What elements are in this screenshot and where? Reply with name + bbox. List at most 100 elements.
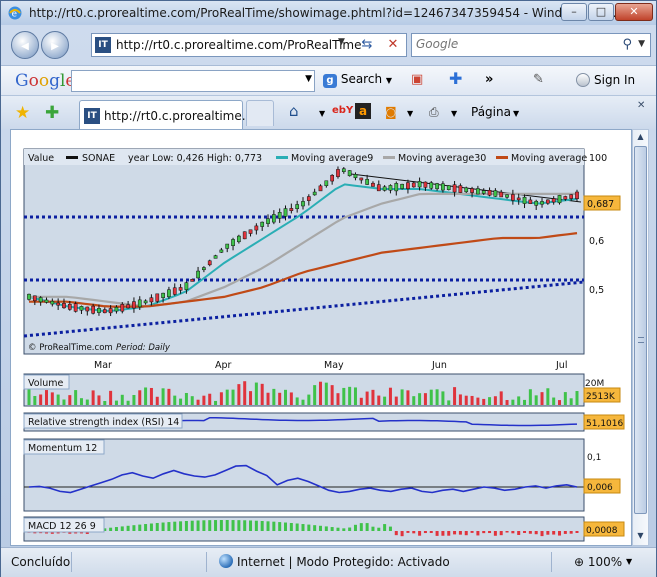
print-icon[interactable]: ⎙ (429, 105, 439, 120)
vertical-scrollbar[interactable]: ▲ ▼ (632, 129, 649, 546)
sign-in-button[interactable]: Sign In (594, 73, 635, 87)
volume-bar (423, 393, 427, 405)
macd-bar (179, 521, 183, 531)
home-icon[interactable]: ⌂ (289, 102, 299, 120)
address-input[interactable]: http://rt0.c.prorealtime.com/ProRealTime (116, 38, 362, 52)
candle-body (341, 168, 346, 172)
dropdown-icon: ▼ (385, 76, 393, 85)
favorites-star-icon[interactable]: ★ (15, 103, 30, 123)
macd-bar (109, 527, 113, 531)
macd-bar (184, 520, 188, 531)
volume-bar (56, 394, 60, 405)
google-search-button[interactable]: g Search ▼ (323, 72, 392, 88)
search-input[interactable] (416, 37, 616, 51)
macd-bar (383, 524, 387, 531)
close-button[interactable]: ✕ (615, 3, 653, 21)
chart-image: Value SONAE year Low: 0,426 High: 0,773 … (23, 148, 625, 542)
candle-body (400, 183, 404, 189)
macd-bar (144, 524, 148, 531)
candle-body (441, 183, 445, 191)
candle-body (359, 177, 364, 181)
google-search-input[interactable]: ▼ (71, 70, 315, 92)
address-bar[interactable]: IT http://rt0.c.prorealtime.com/ProRealT… (91, 33, 407, 57)
search-box[interactable]: ⚲ ▼ (411, 33, 651, 57)
stop-icon[interactable]: ✕ (382, 36, 404, 54)
x-tick-label: Apr (215, 360, 232, 371)
ebay-icon[interactable]: ebY (332, 105, 353, 116)
security-zone[interactable]: Internet | Modo Protegido: Activado (237, 555, 450, 569)
candle-body (353, 174, 358, 179)
scroll-up-icon[interactable]: ▲ (635, 132, 646, 144)
site-icon: IT (95, 37, 111, 53)
google-search-dropdown-icon[interactable]: ▼ (305, 74, 312, 84)
candle-body (371, 182, 375, 187)
symbol-label: SONAE (82, 153, 115, 164)
macd-bar (278, 522, 282, 531)
macd-bar (190, 520, 194, 531)
home-dropdown-icon[interactable]: ▼ (317, 105, 325, 119)
volume-bar (208, 393, 212, 405)
candle-body (62, 303, 66, 309)
print-dropdown-icon[interactable]: ▼ (449, 105, 457, 119)
browser-tab[interactable]: IT http://rt0.c.prorealtime.... (79, 100, 257, 130)
volume-bar (324, 382, 328, 405)
macd-bar (447, 531, 451, 536)
candle-body (155, 293, 160, 302)
candle-body (551, 198, 556, 203)
candle-body (266, 218, 270, 224)
zoom-level[interactable]: ⊕ 100% (574, 555, 622, 569)
bookmark-icon[interactable]: ▣ (411, 72, 423, 87)
maximize-button[interactable]: □ (588, 3, 614, 21)
zoom-dropdown-icon[interactable]: ▼ (626, 557, 632, 566)
candle-body (213, 255, 218, 259)
candle-body (295, 204, 300, 209)
candle-body (108, 308, 113, 314)
scroll-thumb[interactable] (634, 146, 647, 514)
volume-bar (511, 399, 515, 405)
more-icon[interactable]: » (485, 72, 493, 87)
macd-bar (458, 531, 462, 535)
candle-body (394, 183, 399, 192)
plus-icon[interactable]: ✚ (449, 69, 462, 88)
volume-bar (33, 395, 37, 405)
amazon-icon[interactable]: a (355, 103, 371, 119)
back-button[interactable]: ◀ (11, 31, 39, 59)
scroll-down-icon[interactable]: ▼ (635, 531, 646, 543)
refresh-icon[interactable]: ⇆ (356, 36, 378, 54)
wrench-icon[interactable]: ✎ (533, 72, 544, 87)
volume-bar (488, 397, 492, 405)
add-favorite-icon[interactable]: ✚ (45, 103, 59, 123)
macd-bar (435, 531, 439, 536)
volume-bar (254, 382, 258, 405)
candle-body (161, 292, 165, 298)
rss-icon[interactable]: ◙ (385, 105, 397, 119)
candle-body (557, 195, 562, 204)
last-price-value: 0,687 (587, 199, 614, 210)
candle-body (50, 300, 55, 305)
search-icon[interactable]: ⚲ (622, 37, 632, 52)
tab-title: http://rt0.c.prorealtime.... (104, 109, 257, 123)
rss-dropdown-icon[interactable]: ▼ (405, 105, 413, 119)
volume-bar (249, 391, 253, 405)
macd-bar (400, 531, 404, 537)
status-bar: Concluído Internet | Modo Protegido: Act… (1, 547, 656, 577)
zoom-value: 100% (587, 555, 623, 569)
macd-bar (295, 523, 299, 531)
search-dropdown-icon[interactable]: ▼ (638, 39, 645, 49)
address-dropdown-icon[interactable]: ▼ (338, 37, 345, 47)
macd-bar (202, 520, 206, 531)
volume-bar (412, 396, 416, 405)
candle-body (546, 199, 550, 204)
volume-bar (388, 387, 392, 405)
candle-body (73, 303, 78, 312)
minimize-button[interactable]: – (561, 3, 587, 21)
google-logo: Google (15, 71, 75, 91)
toolbar-close-icon[interactable]: ✕ (637, 100, 645, 111)
new-tab-button[interactable] (246, 100, 274, 126)
scroll-grip-icon (638, 337, 644, 343)
page-menu[interactable]: Página ▼ (471, 105, 519, 119)
forward-button[interactable]: ▶ (41, 31, 69, 59)
candle-body (242, 231, 247, 240)
candle-body (260, 221, 265, 227)
volume-bar (435, 389, 439, 405)
